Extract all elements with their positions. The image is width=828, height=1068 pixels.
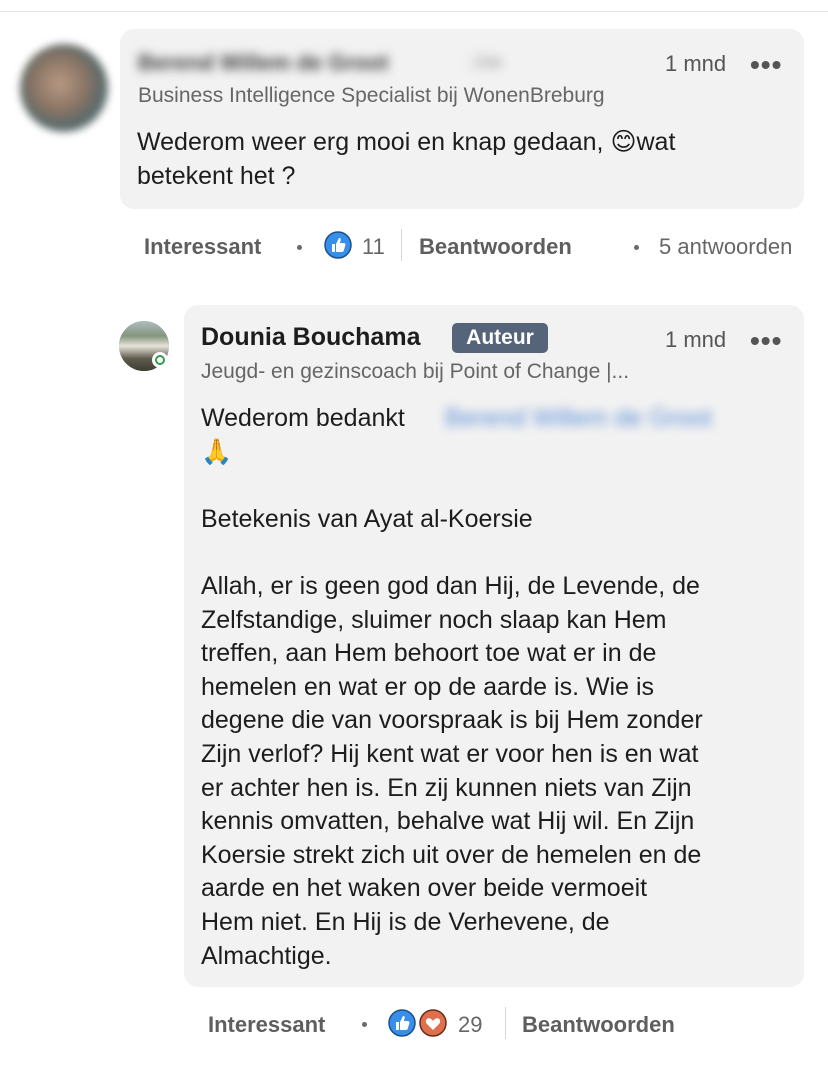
like-reaction-icon[interactable] bbox=[388, 1009, 416, 1037]
comment-more-icon[interactable]: ••• bbox=[750, 51, 782, 79]
action-divider bbox=[505, 1007, 506, 1039]
top-divider bbox=[0, 11, 828, 12]
reply-reply-button[interactable]: Beantwoorden bbox=[522, 1012, 675, 1038]
commenter-avatar[interactable] bbox=[20, 44, 108, 132]
online-status-icon bbox=[152, 352, 168, 368]
reply-like-button[interactable]: Interessant bbox=[208, 1012, 325, 1038]
commenter-name[interactable]: Berend Willem de Groot bbox=[138, 50, 388, 76]
like-reaction-icon[interactable] bbox=[324, 231, 352, 259]
comment-text: Wederom weer erg mooi en knap gedaan, 😊w… bbox=[137, 126, 797, 160]
reply-reaction-count[interactable]: 29 bbox=[458, 1012, 482, 1038]
comment-text-line1: Wederom weer erg mooi en knap gedaan, bbox=[137, 128, 611, 156]
mention-link[interactable]: Berend Willem de Groot bbox=[445, 404, 712, 433]
action-divider bbox=[401, 229, 402, 261]
author-name[interactable]: Dounia Bouchama bbox=[201, 323, 420, 352]
reply-button[interactable]: Beantwoorden bbox=[419, 234, 572, 260]
comment-time: 1 mnd bbox=[665, 51, 727, 76]
love-reaction-icon[interactable] bbox=[419, 1009, 447, 1037]
reply-intro: Wederom bedankt bbox=[201, 404, 405, 432]
separator-dot bbox=[634, 245, 639, 250]
author-headline: Jeugd- en gezinscoach bij Point of Chang… bbox=[201, 360, 630, 383]
author-badge: Auteur bbox=[452, 323, 548, 353]
separator-dot bbox=[297, 245, 302, 250]
smile-emoji-icon: 😊 bbox=[610, 128, 637, 156]
like-button[interactable]: Interessant bbox=[144, 234, 261, 260]
folded-hands-emoji-icon: 🙏 bbox=[201, 438, 233, 466]
replies-count-link[interactable]: 5 antwoorden bbox=[659, 234, 792, 260]
reply-time: 1 mnd bbox=[665, 327, 727, 352]
comment-text-line2: betekent het ? bbox=[137, 162, 296, 190]
commenter-headline: Business Intelligence Specialist bij Won… bbox=[138, 84, 605, 107]
separator-dot bbox=[362, 1022, 367, 1027]
reply-title-line: Betekenis van Ayat al-Koersie bbox=[201, 505, 533, 533]
reply-more-icon[interactable]: ••• bbox=[750, 327, 782, 355]
comment-text-line1b: wat bbox=[636, 128, 676, 156]
connection-degree: · 2de bbox=[462, 52, 504, 72]
reply-paragraph: Allah, er is geen god dan Hij, de Levend… bbox=[201, 572, 703, 970]
reaction-count[interactable]: 11 bbox=[362, 234, 385, 260]
author-avatar[interactable] bbox=[119, 321, 169, 371]
